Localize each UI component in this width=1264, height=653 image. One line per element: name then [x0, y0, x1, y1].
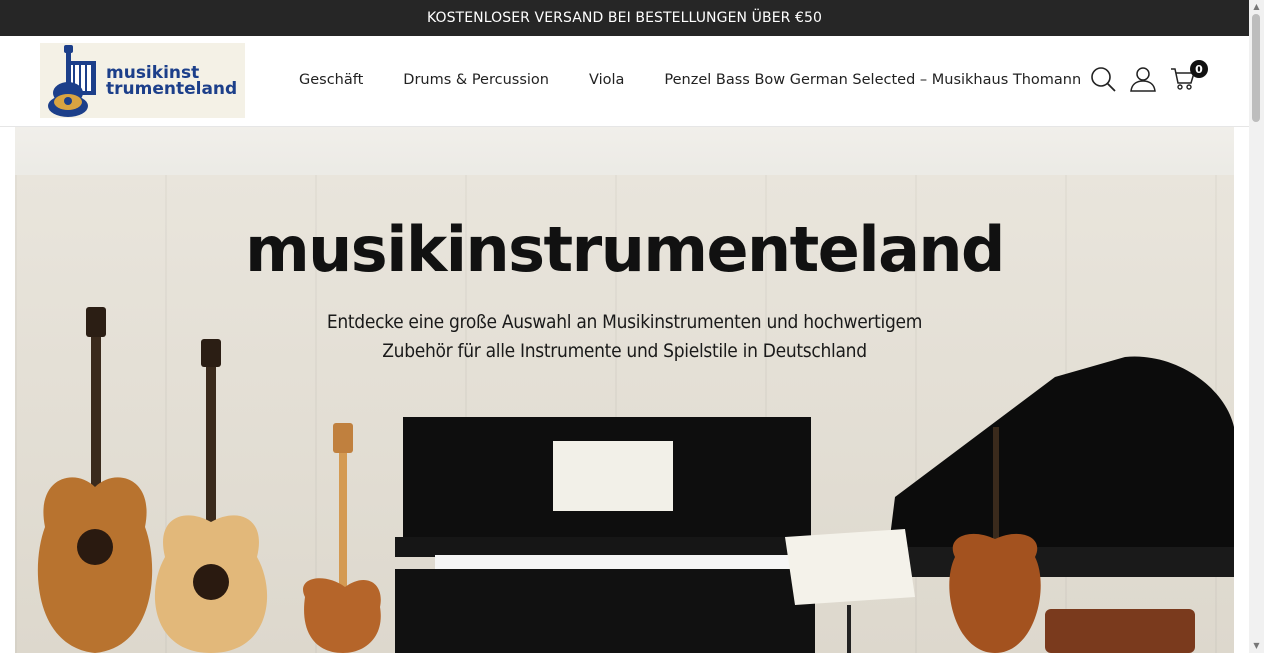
- logo-line2: trumenteland: [106, 78, 238, 99]
- scroll-down-arrow-icon[interactable]: ▼: [1252, 641, 1261, 650]
- site-header: musikinst trumenteland Geschäft Drums & …: [0, 36, 1249, 127]
- site-logo[interactable]: musikinst trumenteland: [40, 43, 245, 118]
- cart-button[interactable]: 0: [1170, 60, 1208, 91]
- nav-item-drums-percussion[interactable]: Drums & Percussion: [403, 72, 549, 88]
- guitar-electric: [303, 423, 381, 653]
- nav-item-penzel-bass-bow[interactable]: Penzel Bass Bow German Selected – Musikh…: [664, 72, 1081, 88]
- announcement-bar: KOSTENLOSER VERSAND BEI BESTELLUNGEN ÜBE…: [0, 0, 1249, 36]
- cart-count-badge: 0: [1190, 60, 1208, 78]
- search-icon[interactable]: [1090, 66, 1116, 92]
- user-icon[interactable]: [1130, 66, 1156, 92]
- guitar-acoustic-middle: [154, 339, 268, 653]
- upright-piano: [395, 417, 815, 653]
- hero-subtitle-line2: Zubehör für alle Instrumente und Spielst…: [382, 340, 867, 362]
- hero-instruments-image: [37, 307, 1234, 653]
- nav-item-geschaeft[interactable]: Geschäft: [299, 72, 363, 88]
- header-icons: 0: [1090, 60, 1210, 92]
- hero-banner: musikinstrumenteland Entdecke eine große…: [15, 127, 1234, 653]
- logo-wordmark: musikinst trumenteland: [106, 64, 238, 99]
- hero-title: musikinstrumenteland: [245, 213, 1005, 286]
- scroll-up-arrow-icon[interactable]: ▲: [1252, 2, 1261, 11]
- nav-item-viola[interactable]: Viola: [589, 72, 624, 88]
- guitar-logo-icon: [48, 44, 96, 117]
- announcement-text: KOSTENLOSER VERSAND BEI BESTELLUNGEN ÜBE…: [426, 10, 823, 26]
- scrollbar-thumb[interactable]: [1252, 14, 1260, 122]
- grand-piano: [875, 356, 1234, 577]
- page-scrollbar[interactable]: ▲ ▼: [1249, 0, 1264, 653]
- hero-subtitle-line1: Entdecke eine große Auswahl an Musikinst…: [326, 311, 923, 333]
- instrument-case: [1045, 609, 1195, 653]
- hero-subtitle: Entdecke eine große Auswahl an Musikinst…: [15, 308, 1234, 366]
- main-nav: Geschäft Drums & Percussion Viola Penzel…: [299, 72, 1121, 88]
